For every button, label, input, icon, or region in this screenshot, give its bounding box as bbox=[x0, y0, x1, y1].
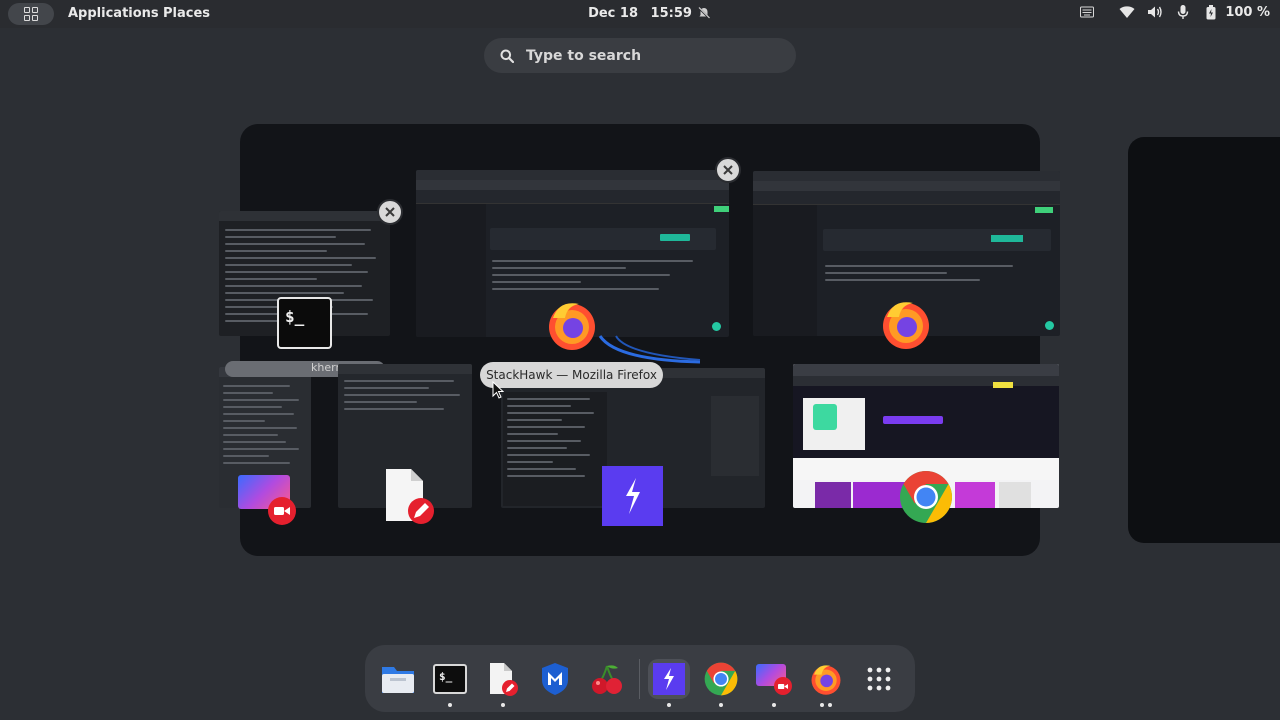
battery-percent: 100 % bbox=[1225, 4, 1270, 20]
close-window-button[interactable] bbox=[377, 199, 403, 225]
microphone-icon bbox=[1175, 4, 1191, 20]
cherry-icon bbox=[592, 665, 622, 694]
mouse-pointer-icon bbox=[492, 381, 504, 399]
close-icon bbox=[723, 165, 733, 175]
battery-icon bbox=[1203, 4, 1219, 20]
terminal-app-icon: $_ bbox=[277, 297, 332, 349]
applications-menu[interactable]: Applications bbox=[68, 6, 159, 21]
dock-files[interactable] bbox=[378, 659, 418, 699]
dock-screen-recorder[interactable] bbox=[754, 659, 794, 707]
dock-separator bbox=[639, 659, 640, 699]
clock-time: 15:59 bbox=[650, 6, 692, 21]
dock-show-applications[interactable] bbox=[859, 659, 899, 699]
clock-date: Dec 18 bbox=[588, 6, 638, 21]
chrome-icon bbox=[704, 662, 738, 696]
window-background-arc bbox=[598, 335, 701, 364]
places-menu[interactable]: Places bbox=[163, 6, 210, 21]
system-status-area[interactable]: 100 % bbox=[1079, 4, 1270, 20]
dock-terminal[interactable]: $_ bbox=[430, 659, 470, 707]
screen-recorder-app-icon bbox=[238, 475, 298, 525]
search-icon bbox=[500, 49, 514, 63]
search-input[interactable] bbox=[526, 47, 776, 64]
top-bar: Applications Places Dec 18 15:59 100 % bbox=[0, 0, 1280, 28]
search-entry[interactable] bbox=[484, 38, 796, 73]
terminal-icon: $_ bbox=[433, 664, 467, 694]
dock-firefox[interactable] bbox=[806, 659, 846, 707]
close-window-button[interactable] bbox=[715, 157, 741, 183]
dash-dock: $_ bbox=[365, 645, 915, 712]
dock-cherrytree[interactable] bbox=[587, 659, 627, 699]
stackhawk-app-icon bbox=[602, 466, 663, 526]
stackhawk-icon bbox=[653, 663, 685, 695]
dock-chrome[interactable] bbox=[701, 659, 741, 707]
close-icon bbox=[385, 207, 395, 217]
recorder-icon bbox=[756, 662, 792, 696]
volume-icon bbox=[1147, 4, 1163, 20]
notifications-muted-icon[interactable] bbox=[697, 6, 711, 20]
dock-text-editor[interactable] bbox=[483, 659, 523, 707]
next-workspace-preview[interactable] bbox=[1128, 137, 1280, 543]
chrome-app-icon bbox=[899, 470, 953, 524]
text-editor-app-icon bbox=[383, 467, 437, 525]
firefox-app-icon bbox=[545, 298, 599, 352]
file-manager-icon bbox=[382, 667, 414, 693]
firefox-app-icon bbox=[879, 297, 933, 351]
dock-stackhawk[interactable] bbox=[648, 659, 690, 707]
firefox-icon bbox=[811, 665, 841, 695]
workspace-grid-icon bbox=[24, 7, 38, 21]
wifi-icon bbox=[1119, 4, 1135, 20]
keyboard-icon bbox=[1079, 4, 1095, 20]
window-title-tooltip: StackHawk — Mozilla Firefox bbox=[480, 362, 663, 388]
app-grid-icon bbox=[867, 667, 891, 691]
text-editor-icon bbox=[490, 663, 518, 696]
dock-metasploit[interactable] bbox=[535, 659, 575, 699]
activities-button[interactable] bbox=[8, 3, 54, 25]
metasploit-icon bbox=[542, 663, 568, 695]
overview-screen: Applications Places Dec 18 15:59 100 % T… bbox=[0, 0, 1280, 720]
